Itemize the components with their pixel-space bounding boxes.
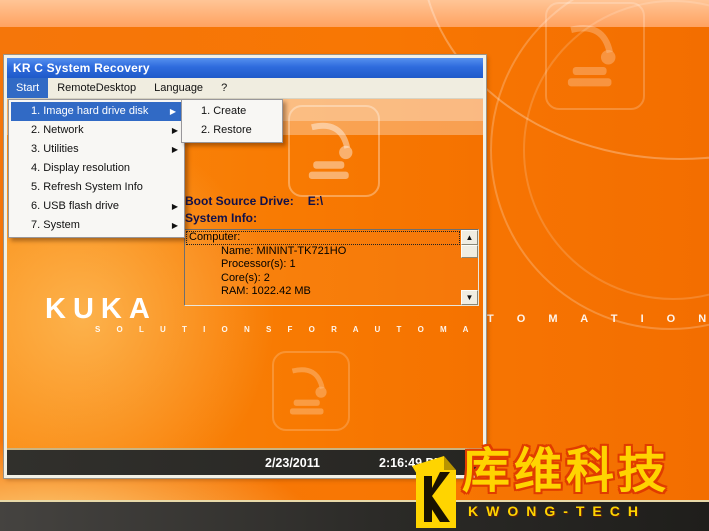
list-item[interactable]: Processor(s): 1 xyxy=(186,258,460,272)
window-titlebar[interactable]: KR C System Recovery xyxy=(7,58,483,78)
scroll-up-icon[interactable]: ▲ xyxy=(461,230,478,245)
list-item[interactable]: Computer: xyxy=(186,231,460,245)
menu-item-refresh-system-info[interactable]: 5. Refresh System Info xyxy=(9,178,184,197)
menu-remote-desktop[interactable]: RemoteDesktop xyxy=(48,78,145,98)
menu-help[interactable]: ? xyxy=(212,78,236,98)
robot-icon xyxy=(288,105,380,197)
kuka-logo: KUKA xyxy=(45,293,157,326)
chevron-right-icon: ▶ xyxy=(170,102,176,121)
menu-item-system[interactable]: 7. System ▶ xyxy=(9,216,184,235)
chevron-right-icon: ▶ xyxy=(172,216,178,235)
start-dropdown-menu: 1. Image hard drive disk ▶ 2. Network ▶ … xyxy=(8,99,185,238)
kuka-tagline: S O L U T I O N S F O R A U T O M A T I … xyxy=(95,325,483,334)
menu-item-utilities[interactable]: 3. Utilities ▶ xyxy=(9,140,184,159)
menu-start[interactable]: Start xyxy=(7,78,48,98)
boot-source-label: Boot Source Drive: xyxy=(185,194,294,208)
desktop-background-text: T O M A T I O N xyxy=(487,313,709,325)
menu-item-usb-flash-drive[interactable]: 6. USB flash drive ▶ xyxy=(9,197,184,216)
scrollbar[interactable]: ▲ ▼ xyxy=(461,230,478,305)
system-info-listbox[interactable]: Computer: Name: MININT-TK721HO Processor… xyxy=(184,229,479,306)
watermark-cjk-text: 库维科技 xyxy=(462,448,670,496)
submenu-item-create[interactable]: 1. Create xyxy=(182,102,282,121)
menu-item-image-hard-drive-disk[interactable]: 1. Image hard drive disk ▶ xyxy=(11,102,182,121)
status-date: 2/23/2011 xyxy=(265,456,320,470)
robot-icon xyxy=(272,351,350,431)
list-item[interactable]: Core(s): 2 xyxy=(186,272,460,286)
chevron-right-icon: ▶ xyxy=(172,197,178,216)
menu-language[interactable]: Language xyxy=(145,78,212,98)
menu-bar: Start RemoteDesktop Language ? xyxy=(7,78,483,99)
menu-item-network[interactable]: 2. Network ▶ xyxy=(9,121,184,140)
list-item[interactable]: Name: MININT-TK721HO xyxy=(186,245,460,259)
list-item[interactable]: RAM: 1022.42 MB xyxy=(186,285,460,299)
kwong-tech-logo-icon xyxy=(410,456,464,528)
system-info-label: System Info: xyxy=(185,211,257,225)
scrollbar-thumb[interactable] xyxy=(461,245,478,258)
boot-source-value: E:\ xyxy=(308,194,323,208)
scroll-down-icon[interactable]: ▼ xyxy=(461,290,478,305)
menu-item-display-resolution[interactable]: 4. Display resolution xyxy=(9,159,184,178)
submenu-item-restore[interactable]: 2. Restore xyxy=(182,121,282,140)
boot-source-line: Boot Source Drive: E:\ xyxy=(185,194,323,208)
chevron-right-icon: ▶ xyxy=(172,121,178,140)
chevron-right-icon: ▶ xyxy=(172,140,178,159)
robot-icon xyxy=(545,2,645,110)
window-title: KR C System Recovery xyxy=(13,61,150,75)
system-info-rows: Computer: Name: MININT-TK721HO Processor… xyxy=(186,231,460,304)
watermark-latin-text: KWONG-TECH xyxy=(468,503,646,519)
image-hard-drive-submenu: 1. Create 2. Restore xyxy=(181,99,283,143)
